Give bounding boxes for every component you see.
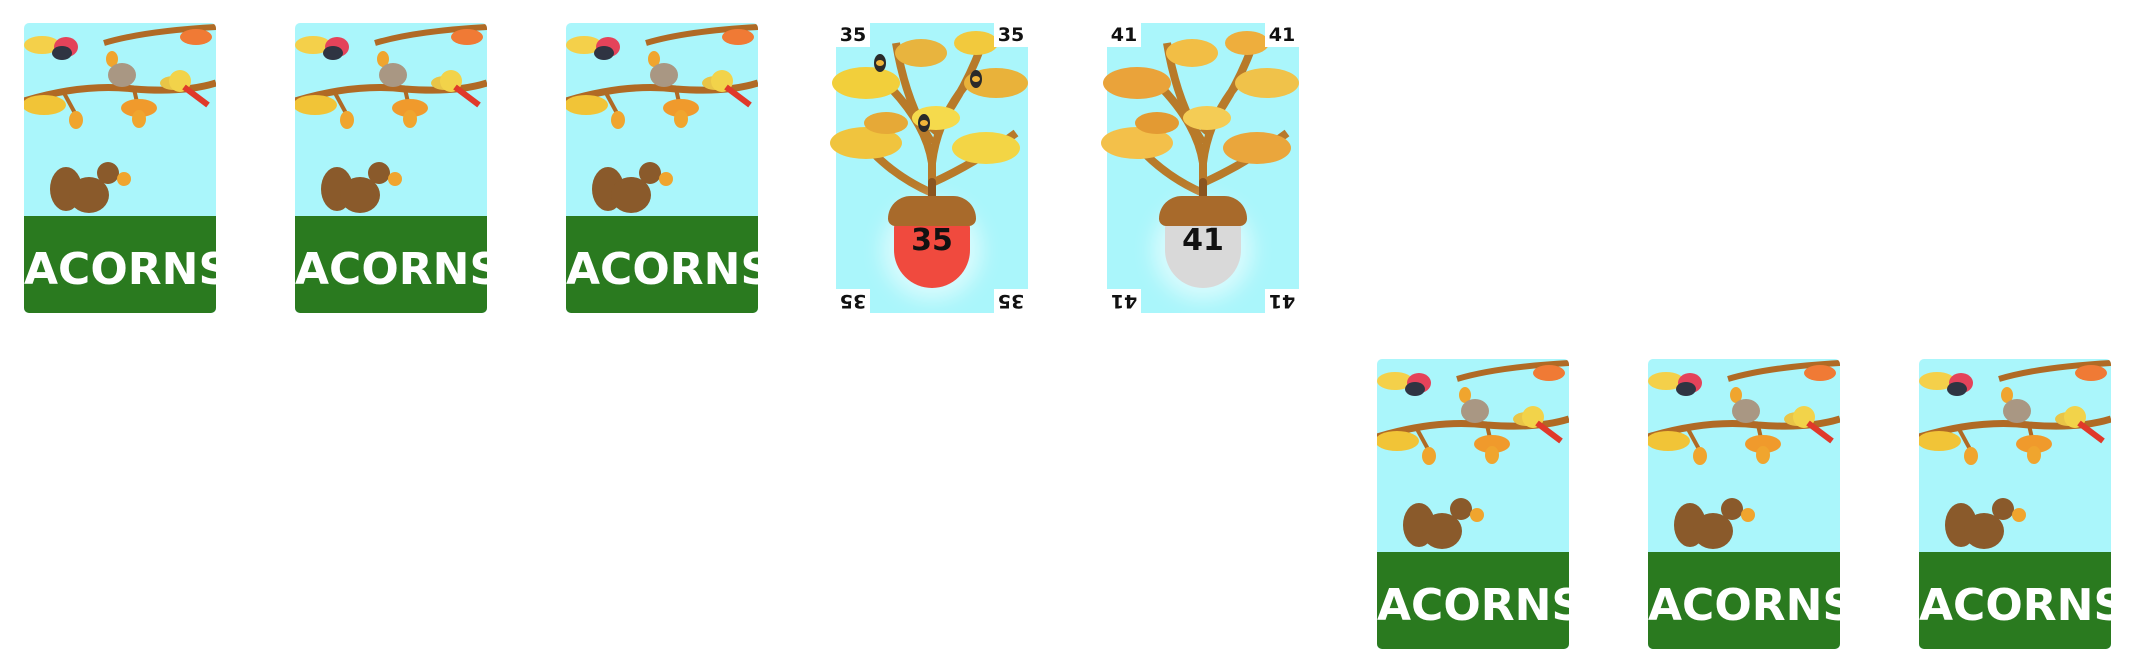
acorn-icon: 41	[1153, 178, 1253, 300]
corner-rank: 41	[1107, 289, 1141, 313]
corner-rank: 35	[836, 289, 870, 313]
card-back-title: ACORNS	[566, 244, 758, 295]
card-41[interactable]: 41 41 41 41 41	[1101, 23, 1299, 313]
bee-icon	[874, 54, 886, 72]
card-art-icon	[566, 23, 758, 223]
card-back-title: ACORNS	[1919, 580, 2111, 631]
card-back-title: ACORNS	[1377, 580, 1569, 631]
card-back[interactable]: ACORNS	[1919, 359, 2111, 649]
card-art-icon	[1377, 359, 1569, 559]
card-art-icon	[295, 23, 487, 223]
corner-rank: 35	[994, 23, 1028, 47]
corner-rank: 41	[1107, 23, 1141, 47]
card-art-icon	[24, 23, 216, 223]
card-back[interactable]: ACORNS	[295, 23, 487, 313]
corner-rank: 41	[1265, 23, 1299, 47]
card-art-icon	[1919, 359, 2111, 559]
card-back[interactable]: ACORNS	[1648, 359, 1840, 649]
card-35[interactable]: 35 35 35 35 35	[830, 23, 1028, 313]
card-back-title: ACORNS	[1648, 580, 1840, 631]
card-back[interactable]: ACORNS	[566, 23, 758, 313]
corner-rank: 35	[994, 289, 1028, 313]
card-back-title: ACORNS	[295, 244, 487, 295]
card-back[interactable]: ACORNS	[1377, 359, 1569, 649]
corner-rank: 41	[1265, 289, 1299, 313]
corner-rank: 35	[836, 23, 870, 47]
acorn-icon: 35	[882, 178, 982, 300]
card-back[interactable]: ACORNS	[24, 23, 216, 313]
card-back-title: ACORNS	[24, 244, 216, 295]
card-art-icon	[1648, 359, 1840, 559]
